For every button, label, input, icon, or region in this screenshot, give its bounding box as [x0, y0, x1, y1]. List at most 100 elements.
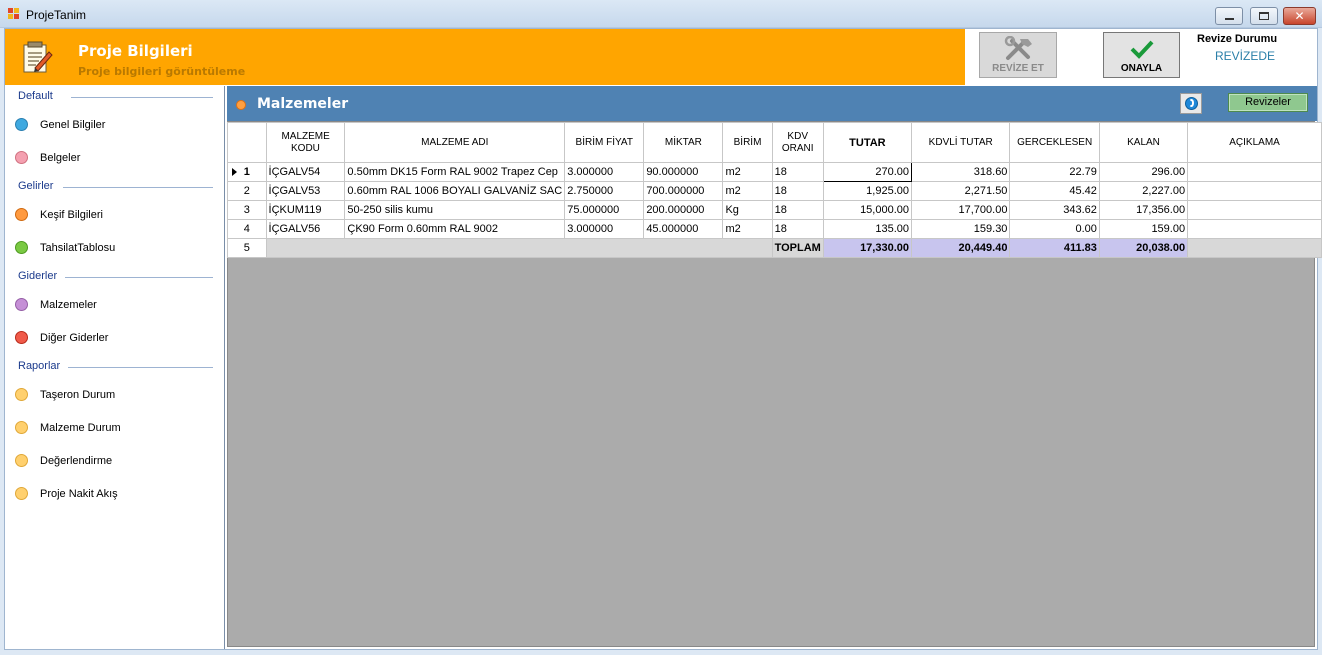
column-header-malzeme-adi[interactable]: MALZEME ADI: [344, 122, 566, 163]
onayla-button[interactable]: ONAYLA: [1103, 32, 1180, 78]
cell-miktar[interactable]: 200.000000: [643, 200, 724, 220]
revize-et-button[interactable]: REVİZE ET: [979, 32, 1057, 78]
column-header-aciklama[interactable]: AÇIKLAMA: [1187, 122, 1322, 163]
close-icon: ✕: [1294, 9, 1305, 23]
app-icon: [8, 8, 20, 20]
table-total-row[interactable]: 5 TOPLAM 17,330.00 20,449.40 411.83 20,0…: [227, 238, 1322, 258]
sidebar-item-genel-bilgiler[interactable]: Genel Bilgiler: [13, 113, 213, 137]
sidebar-item-degerlendirme[interactable]: Değerlendirme: [13, 449, 213, 473]
cell-fiyat[interactable]: 2.750000: [564, 181, 645, 201]
cell-tutar[interactable]: 15,000.00: [822, 200, 913, 220]
cell-kod[interactable]: İÇGALV54: [265, 162, 346, 182]
table-row[interactable]: 1 İÇGALV54 0.50mm DK15 Form RAL 9002 Tra…: [227, 162, 1322, 182]
cell-fiyat[interactable]: 75.000000: [564, 200, 645, 220]
cell-miktar[interactable]: 700.000000: [643, 181, 724, 201]
table-row[interactable]: 4 İÇGALV56 ÇK90 Form 0.60mm RAL 9002 3.0…: [227, 219, 1322, 239]
column-header-tutar[interactable]: TUTAR: [822, 122, 913, 163]
cell-tutar[interactable]: 1,925.00: [822, 181, 913, 201]
minimize-button[interactable]: [1215, 7, 1243, 25]
cell-kalan[interactable]: 159.00: [1098, 219, 1189, 239]
cell-birim[interactable]: m2: [722, 162, 773, 182]
sidebar-item-kesif-bilgileri[interactable]: Keşif Bilgileri: [13, 203, 213, 227]
sidebar-item-label: Taşeron Durum: [40, 389, 116, 401]
cell-tutar[interactable]: 135.00: [822, 219, 913, 239]
cell-miktar[interactable]: 45.000000: [643, 219, 724, 239]
sidebar-item-label: Diğer Giderler: [40, 332, 109, 344]
revize-durumu-label: Revize Durumu: [1197, 33, 1278, 45]
cell-aciklama[interactable]: [1187, 200, 1322, 220]
sidebar-item-malzeme-durum[interactable]: Malzeme Durum: [13, 416, 213, 440]
title-bar: ProjeTanim ✕: [0, 0, 1322, 28]
cell-kod[interactable]: İÇGALV53: [265, 181, 346, 201]
sidebar-item-proje-nakit-akis[interactable]: Proje Nakit Akış: [13, 482, 213, 506]
cell-miktar[interactable]: 90.000000: [643, 162, 724, 182]
column-header-birim[interactable]: BİRİM: [722, 122, 773, 163]
column-header-miktar[interactable]: MİKTAR: [643, 122, 724, 163]
column-header-kdv-orani[interactable]: KDV ORANI: [771, 122, 824, 163]
cell-tutar[interactable]: 270.00: [822, 162, 913, 182]
cell-aciklama[interactable]: [1187, 181, 1322, 201]
maximize-button[interactable]: [1250, 7, 1278, 25]
column-header-gerceklesen[interactable]: GERCEKLESEN: [1009, 122, 1100, 163]
cell-kdvli-tutar[interactable]: 159.30: [910, 219, 1011, 239]
cell-fiyat[interactable]: 3.000000: [564, 219, 645, 239]
cell-kdvli-tutar[interactable]: 17,700.00: [910, 200, 1011, 220]
cell-ad[interactable]: 0.60mm RAL 1006 BOYALI GALVANİZ SAC: [344, 181, 566, 201]
header-actions: REVİZE ET ONAYLA Revize Durumu REVİZEDE: [965, 29, 1317, 85]
cell-gerceklesen[interactable]: 22.79: [1009, 162, 1100, 182]
sidebar-item-taseron-durum[interactable]: Taşeron Durum: [13, 383, 213, 407]
close-button[interactable]: ✕: [1283, 7, 1316, 25]
cell-kod[interactable]: İÇGALV56: [265, 219, 346, 239]
total-gerceklesen: 411.83: [1009, 238, 1100, 258]
row-number: 2: [243, 185, 250, 197]
column-header-kdvli-tutar[interactable]: KDVLİ TUTAR: [910, 122, 1011, 163]
cell-gerceklesen[interactable]: 45.42: [1009, 181, 1100, 201]
cell-ad[interactable]: 0.50mm DK15 Form RAL 9002 Trapez Cep: [344, 162, 566, 182]
cell-birim[interactable]: m2: [722, 181, 773, 201]
cell-kdvli-tutar[interactable]: 2,271.50: [910, 181, 1011, 201]
column-header-kalan[interactable]: KALAN: [1098, 122, 1189, 163]
malzeme-table: MALZEME KODU MALZEME ADI BİRİM FİYAT MİK…: [227, 122, 1322, 258]
refresh-button[interactable]: [1180, 93, 1202, 114]
cell-ad[interactable]: 50-250 silis kumu: [344, 200, 566, 220]
cell-kdv[interactable]: 18: [771, 162, 824, 182]
page-subtitle: Proje bilgileri görüntüleme: [78, 65, 246, 78]
sidebar-item-diger-giderler[interactable]: Diğer Giderler: [13, 326, 213, 350]
column-header-birim-fiyat[interactable]: BİRİM FİYAT: [564, 122, 645, 163]
cell-kalan[interactable]: 2,227.00: [1098, 181, 1189, 201]
cell-kdv[interactable]: 18: [771, 219, 824, 239]
table-row[interactable]: 2 İÇGALV53 0.60mm RAL 1006 BOYALI GALVAN…: [227, 181, 1322, 201]
table-row[interactable]: 3 İÇKUM119 50-250 silis kumu 75.000000 2…: [227, 200, 1322, 220]
cell-kdv[interactable]: 18: [771, 181, 824, 201]
cell-birim[interactable]: m2: [722, 219, 773, 239]
total-aciklama: [1187, 238, 1322, 258]
row-header[interactable]: 1: [227, 162, 267, 182]
row-header[interactable]: 5: [227, 238, 267, 258]
cell-kalan[interactable]: 296.00: [1098, 162, 1189, 182]
cell-fiyat[interactable]: 3.000000: [564, 162, 645, 182]
tools-icon: [1004, 36, 1032, 60]
cell-ad[interactable]: ÇK90 Form 0.60mm RAL 9002: [344, 219, 566, 239]
cell-kod[interactable]: İÇKUM119: [265, 200, 346, 220]
cell-aciklama[interactable]: [1187, 219, 1322, 239]
cell-kalan[interactable]: 17,356.00: [1098, 200, 1189, 220]
cell-kdvli-tutar[interactable]: 318.60: [910, 162, 1011, 182]
circle-icon: [15, 241, 28, 254]
cell-kdv[interactable]: 18: [771, 200, 824, 220]
sidebar-group-default: Default: [18, 90, 53, 102]
header-corner[interactable]: [227, 122, 267, 163]
row-header[interactable]: 2: [227, 181, 267, 201]
row-header[interactable]: 3: [227, 200, 267, 220]
revizeler-button[interactable]: Revizeler: [1228, 93, 1308, 112]
column-header-malzeme-kodu[interactable]: MALZEME KODU: [265, 122, 346, 163]
total-label: TOPLAM: [771, 238, 824, 258]
sidebar-item-tahsilat-tablosu[interactable]: TahsilatTablosu: [13, 236, 213, 260]
cell-birim[interactable]: Kg: [722, 200, 773, 220]
cell-aciklama[interactable]: [1187, 162, 1322, 182]
row-header[interactable]: 4: [227, 219, 267, 239]
sidebar-item-belgeler[interactable]: Belgeler: [13, 146, 213, 170]
cell-gerceklesen[interactable]: 0.00: [1009, 219, 1100, 239]
sidebar-item-malzemeler[interactable]: Malzemeler: [13, 293, 213, 317]
cell-gerceklesen[interactable]: 343.62: [1009, 200, 1100, 220]
circle-icon: [15, 118, 28, 131]
